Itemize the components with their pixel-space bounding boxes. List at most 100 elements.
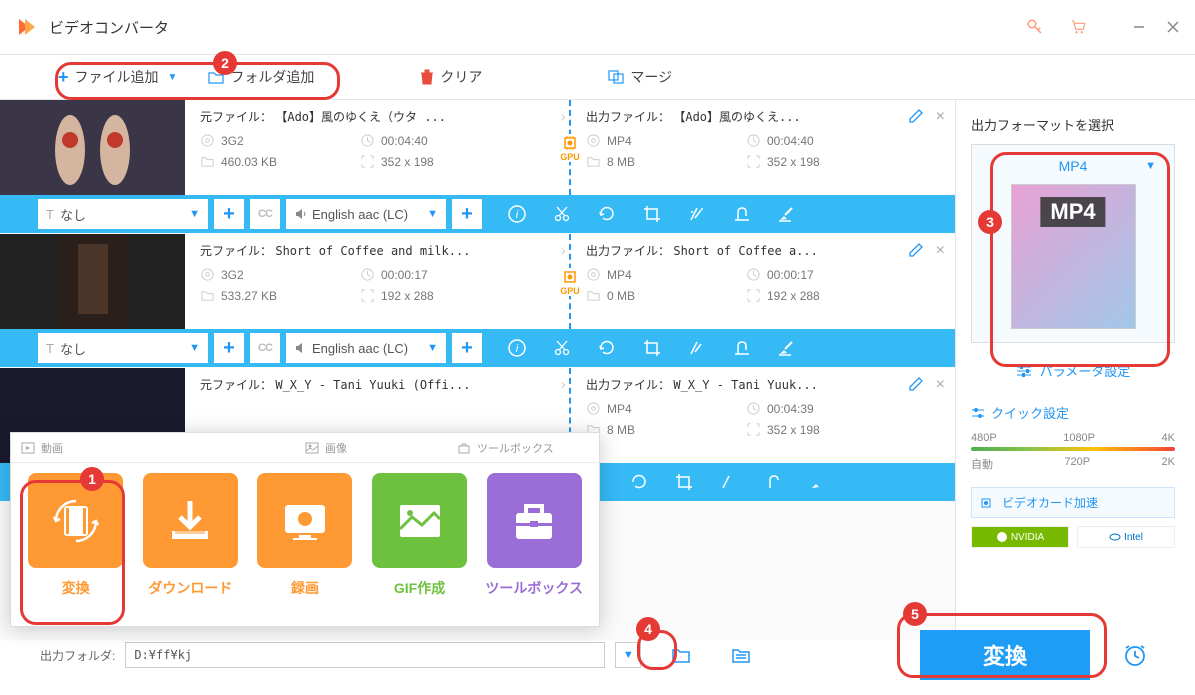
- format-preview-image: MP4: [1011, 184, 1136, 329]
- output-format-selector[interactable]: MP4▼ MP4: [971, 144, 1175, 343]
- video-thumbnail[interactable]: [0, 100, 185, 195]
- clear-button[interactable]: クリア: [412, 63, 490, 91]
- record-icon: [275, 491, 335, 551]
- trash-icon: [420, 69, 434, 85]
- info-icon[interactable]: i: [494, 329, 539, 367]
- popup-tab-image[interactable]: 画像: [295, 433, 447, 462]
- watermark-icon[interactable]: [719, 195, 764, 233]
- gpu-badge: GPU: [556, 134, 584, 162]
- parameter-settings-button[interactable]: パラメータ設定: [971, 353, 1175, 388]
- video-thumbnail[interactable]: [0, 234, 185, 329]
- add-subtitle-button[interactable]: +: [214, 199, 244, 229]
- src-file-name: 【Ado】風のゆくえ（ウタ ...: [275, 108, 446, 125]
- app-logo-icon: [15, 15, 39, 39]
- add-audio-button[interactable]: +: [452, 199, 482, 229]
- out-file-name: 【Ado】風のゆくえ...: [673, 108, 800, 125]
- remove-icon[interactable]: ×: [936, 376, 945, 394]
- bottom-bar: 出力フォルダ: ▼ 変換: [0, 630, 1195, 680]
- gpu-badge: GPU: [556, 268, 584, 296]
- gpu-acceleration-button[interactable]: ビデオカード加速: [971, 487, 1175, 518]
- effects-icon[interactable]: [706, 463, 751, 501]
- close-icon[interactable]: [1166, 20, 1180, 34]
- audio-select[interactable]: English aac (LC)▼: [286, 199, 446, 229]
- add-audio-button[interactable]: +: [452, 333, 482, 363]
- arrow-right-icon: ›: [561, 108, 566, 124]
- edit-all-icon[interactable]: [764, 329, 809, 367]
- image-icon: [305, 442, 319, 454]
- convert-button[interactable]: 変換: [920, 630, 1090, 680]
- output-folder-input[interactable]: [125, 642, 605, 668]
- video-icon: [21, 442, 35, 454]
- subtitle-select[interactable]: Tなし▼: [38, 199, 208, 229]
- merge-icon: [608, 70, 624, 84]
- edit-icon[interactable]: [908, 376, 924, 392]
- schedule-button[interactable]: [1115, 635, 1155, 675]
- minimize-icon[interactable]: [1132, 20, 1146, 34]
- file-row: 元ファイル： Short of Coffee and milk... 3G2 0…: [0, 234, 955, 367]
- svg-text:i: i: [515, 343, 518, 355]
- popup-gif-button[interactable]: GIF作成: [365, 473, 475, 598]
- cut-icon[interactable]: [539, 195, 584, 233]
- plus-icon: +: [58, 67, 69, 88]
- popup-record-button[interactable]: 録画: [250, 473, 360, 598]
- sidebar-title: 出力フォーマットを選択: [971, 115, 1175, 134]
- cc-button[interactable]: CC: [250, 333, 280, 363]
- effects-icon[interactable]: [674, 329, 719, 367]
- annotation-badge-5: 5: [903, 602, 927, 626]
- key-icon[interactable]: [1026, 18, 1044, 36]
- popup-convert-button[interactable]: 変換: [21, 473, 131, 598]
- quality-slider[interactable]: 480P 1080P 4K 自動 720P 2K: [971, 432, 1175, 472]
- edit-icon[interactable]: [908, 108, 924, 124]
- download-icon: [160, 491, 220, 551]
- annotation-badge-4: 4: [636, 617, 660, 641]
- cc-button[interactable]: CC: [250, 199, 280, 229]
- watermark-icon[interactable]: [751, 463, 796, 501]
- audio-select[interactable]: English aac (LC)▼: [286, 333, 446, 363]
- crop-icon[interactable]: [629, 329, 674, 367]
- annotation-badge-2: 2: [213, 51, 237, 75]
- sliders-icon: [971, 406, 985, 420]
- svg-text:i: i: [515, 209, 518, 221]
- clear-label: クリア: [440, 67, 482, 87]
- rotate-icon[interactable]: [584, 195, 629, 233]
- convert-icon: [46, 491, 106, 551]
- add-file-button[interactable]: + ファイル追加 ▼: [50, 63, 185, 92]
- add-subtitle-button[interactable]: +: [214, 333, 244, 363]
- disc-icon: [200, 133, 215, 148]
- open-folder-icon[interactable]: [671, 646, 691, 664]
- merge-button[interactable]: マージ: [600, 63, 680, 91]
- info-icon[interactable]: i: [494, 195, 539, 233]
- effects-icon[interactable]: [674, 195, 719, 233]
- popup-download-button[interactable]: ダウンロード: [136, 473, 246, 598]
- quick-settings-title: クイック設定: [971, 403, 1175, 422]
- crop-icon[interactable]: [629, 195, 674, 233]
- chevron-down-icon: ▼: [168, 72, 178, 83]
- popup-toolbox-button[interactable]: ツールボックス: [479, 473, 589, 598]
- popup-tab-video[interactable]: 動画: [11, 433, 295, 462]
- edit-all-icon[interactable]: [764, 195, 809, 233]
- rotate-icon[interactable]: [584, 329, 629, 367]
- output-folder-dropdown[interactable]: ▼: [615, 642, 641, 668]
- out-file-label: 出力ファイル：: [586, 108, 670, 125]
- toolbox-icon: [457, 442, 471, 454]
- edit-icon[interactable]: [908, 242, 924, 258]
- subtitle-select[interactable]: Tなし▼: [38, 333, 208, 363]
- app-title: ビデオコンバータ: [49, 17, 169, 38]
- action-bar: Tなし▼ + CC English aac (LC)▼ + i: [0, 195, 955, 233]
- annotation-badge-3: 3: [978, 210, 1002, 234]
- rotate-icon[interactable]: [616, 463, 661, 501]
- watermark-icon[interactable]: [719, 329, 764, 367]
- gif-icon: [390, 491, 450, 551]
- sliders-icon: [1016, 364, 1032, 378]
- remove-icon[interactable]: ×: [936, 108, 945, 126]
- crop-icon[interactable]: [661, 463, 706, 501]
- edit-all-icon[interactable]: [796, 463, 841, 501]
- cart-icon[interactable]: [1069, 18, 1087, 36]
- file-row: 元ファイル： 【Ado】風のゆくえ（ウタ ... 3G2 00:04:40 46…: [0, 100, 955, 233]
- chip-icon: [978, 495, 994, 511]
- browse-folder-icon[interactable]: [731, 646, 751, 664]
- remove-icon[interactable]: ×: [936, 242, 945, 260]
- annotation-badge-1: 1: [80, 467, 104, 491]
- cut-icon[interactable]: [539, 329, 584, 367]
- popup-tab-toolbox[interactable]: ツールボックス: [447, 433, 599, 462]
